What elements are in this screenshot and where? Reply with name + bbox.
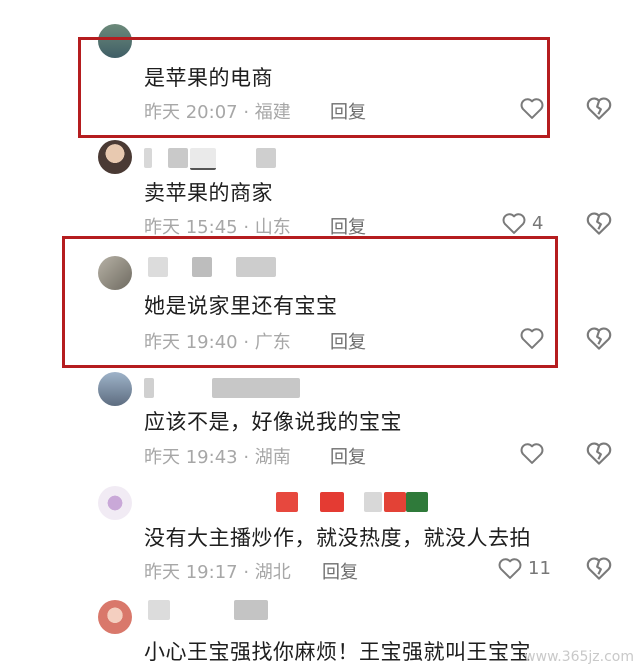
- like-count: 4: [532, 212, 544, 234]
- meta-separator: ·: [237, 562, 255, 583]
- username-obscured: [144, 378, 314, 400]
- comment-location: 福建: [254, 102, 291, 123]
- broken-heart-icon: [586, 97, 612, 120]
- comment-meta: 昨天 19:43 · 湖南: [144, 443, 291, 469]
- dislike-button[interactable]: [584, 438, 614, 468]
- comment-location: 湖北: [254, 562, 291, 583]
- meta-separator: ·: [237, 332, 255, 353]
- like-button[interactable]: [518, 93, 546, 123]
- avatar[interactable]: [98, 140, 132, 174]
- like-button[interactable]: 11: [496, 553, 551, 583]
- comment-time: 昨天 15:45: [144, 217, 238, 238]
- watermark: www.365jz.com: [524, 649, 634, 665]
- comment-location: 广东: [254, 332, 291, 353]
- comment-time: 昨天 20:07: [144, 102, 238, 123]
- avatar[interactable]: [98, 600, 132, 634]
- comment-text: 她是说家里还有宝宝: [144, 294, 338, 318]
- comment-time: 昨天 19:40: [144, 332, 238, 353]
- like-count: 11: [528, 557, 551, 579]
- broken-heart-icon: [586, 212, 612, 235]
- comment-meta: 昨天 19:40 · 广东: [144, 328, 291, 354]
- comment-time: 昨天 19:17: [144, 562, 238, 583]
- like-button[interactable]: 4: [500, 208, 543, 238]
- meta-separator: ·: [237, 447, 255, 468]
- username-obscured: [144, 492, 444, 514]
- username-obscured: [144, 148, 294, 170]
- reply-button[interactable]: 回复: [322, 558, 358, 584]
- broken-heart-icon: [586, 557, 612, 580]
- avatar[interactable]: [98, 256, 132, 290]
- username-obscured: [144, 600, 294, 622]
- broken-heart-icon: [586, 327, 612, 350]
- meta-separator: ·: [237, 102, 255, 123]
- broken-heart-icon: [586, 442, 612, 465]
- reply-button[interactable]: 回复: [330, 443, 366, 469]
- comment-meta: 昨天 20:07 · 福建: [144, 98, 291, 124]
- comment-time: 昨天 19:43: [144, 447, 238, 468]
- heart-outline-icon: [520, 443, 544, 464]
- avatar[interactable]: [98, 486, 132, 520]
- dislike-button[interactable]: [584, 208, 614, 238]
- heart-outline-icon: [502, 213, 526, 234]
- heart-outline-icon: [520, 328, 544, 349]
- reply-button[interactable]: 回复: [330, 213, 366, 239]
- like-button[interactable]: [518, 323, 546, 353]
- comment-text: 小心王宝强找你麻烦！王宝强就叫王宝宝: [144, 640, 531, 664]
- heart-outline-icon: [498, 558, 522, 579]
- dislike-button[interactable]: [584, 93, 614, 123]
- avatar[interactable]: [98, 372, 132, 406]
- like-button[interactable]: [518, 438, 546, 468]
- comment-text: 卖苹果的商家: [144, 181, 273, 205]
- dislike-button[interactable]: [584, 553, 614, 583]
- dislike-button[interactable]: [584, 323, 614, 353]
- meta-separator: ·: [237, 217, 255, 238]
- comment-text: 应该不是，好像说我的宝宝: [144, 410, 402, 434]
- reply-button[interactable]: 回复: [330, 328, 366, 354]
- comment-meta: 昨天 19:17 · 湖北: [144, 558, 291, 584]
- comment-location: 山东: [254, 217, 291, 238]
- heart-outline-icon: [520, 98, 544, 119]
- username-obscured: [144, 257, 294, 279]
- comment-text: 没有大主播炒作，就没热度，就没人去拍: [144, 526, 531, 550]
- comment-text: 是苹果的电商: [144, 66, 273, 90]
- reply-button[interactable]: 回复: [330, 98, 366, 124]
- comment-location: 湖南: [254, 447, 291, 468]
- avatar[interactable]: [98, 24, 132, 58]
- comment-meta: 昨天 15:45 · 山东: [144, 213, 291, 239]
